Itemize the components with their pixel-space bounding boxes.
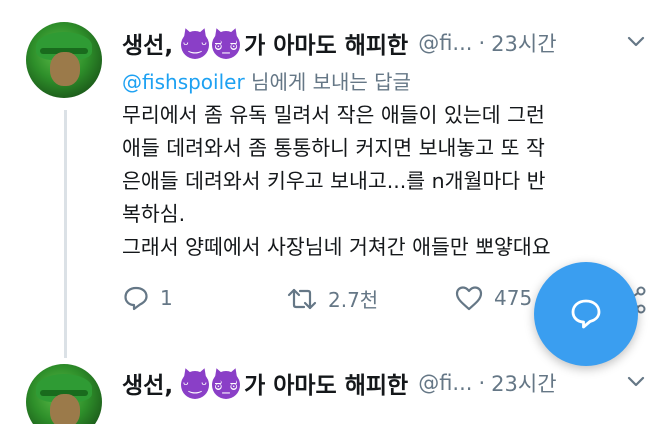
tweet-text-line: 은애들 데려와서 키우고 보내고...를 n개월마다 반 bbox=[122, 169, 546, 193]
author-name-suffix[interactable]: 가 아마도 해피한 bbox=[244, 26, 408, 60]
compose-fab-button[interactable] bbox=[534, 262, 638, 366]
author-name[interactable]: 생선, bbox=[122, 26, 173, 60]
tweet-text-line: 무리에서 좀 유독 밀려서 작은 애들이 있는데 그런 bbox=[122, 103, 545, 127]
avatar-face bbox=[50, 52, 80, 86]
reply-button[interactable]: 1 bbox=[122, 284, 173, 312]
angry-devil-emoji: ಠ_ಠ bbox=[212, 371, 241, 399]
reply-to-mention[interactable]: @fishspoiler bbox=[122, 70, 245, 94]
tweet-text-line: 복하심. bbox=[122, 202, 186, 226]
retweet-icon bbox=[287, 288, 317, 309]
author-name[interactable]: 생선, bbox=[122, 366, 173, 400]
tweet-text-line: 애들 데려와서 좀 통통하니 커지면 보내놓고 또 작 bbox=[122, 136, 545, 160]
chevron-down-icon[interactable] bbox=[626, 32, 646, 52]
message-bubble-icon bbox=[571, 299, 601, 329]
author-name-suffix[interactable]: 가 아마도 해피한 bbox=[244, 366, 408, 400]
heart-icon bbox=[455, 286, 483, 311]
like-button[interactable]: 475 bbox=[454, 284, 532, 312]
thread-line bbox=[64, 110, 67, 358]
retweet-button[interactable]: 2.7천 bbox=[286, 284, 378, 313]
chevron-down-icon[interactable] bbox=[626, 372, 646, 392]
tweet-text: 무리에서 좀 유독 밀려서 작은 애들이 있는데 그런 애들 데려와서 좀 통통… bbox=[122, 99, 662, 264]
smiling-devil-emoji: ᵕ‿ᵕ bbox=[181, 371, 210, 399]
tweet-header: 생선, ᵕ‿ᵕ ಠ_ಠ 가 아마도 해피한 @fi... · 23시간 bbox=[122, 26, 557, 60]
reply-count: 1 bbox=[160, 286, 173, 310]
reply-to-label: 님에게 보내는 답글 bbox=[244, 70, 411, 94]
like-count: 475 bbox=[494, 286, 533, 310]
tweet-time[interactable]: 23시간 bbox=[491, 368, 556, 398]
avatar[interactable] bbox=[26, 22, 102, 98]
author-handle[interactable]: @fi... bbox=[418, 371, 472, 395]
avatar-face bbox=[50, 394, 80, 424]
angry-devil-emoji: ಠ_ಠ bbox=[212, 31, 241, 59]
avatar[interactable] bbox=[26, 364, 102, 424]
reply-icon bbox=[124, 286, 148, 311]
tweet-time[interactable]: 23시간 bbox=[491, 28, 556, 58]
separator-dot: · bbox=[478, 371, 486, 395]
tweet-header: 생선, ᵕ‿ᵕ ಠ_ಠ 가 아마도 해피한 @fi... · 23시간 bbox=[122, 366, 557, 400]
replying-to: @fishspoiler 님에게 보내는 답글 bbox=[122, 66, 411, 95]
author-handle[interactable]: @fi... bbox=[418, 31, 472, 55]
smiling-devil-emoji: ᵕ‿ᵕ bbox=[181, 31, 210, 59]
retweet-count: 2.7천 bbox=[328, 288, 379, 312]
tweet-text-line: 그래서 양떼에서 사장님네 거쳐간 애들만 뽀얗대요 bbox=[122, 235, 551, 259]
separator-dot: · bbox=[478, 31, 486, 55]
